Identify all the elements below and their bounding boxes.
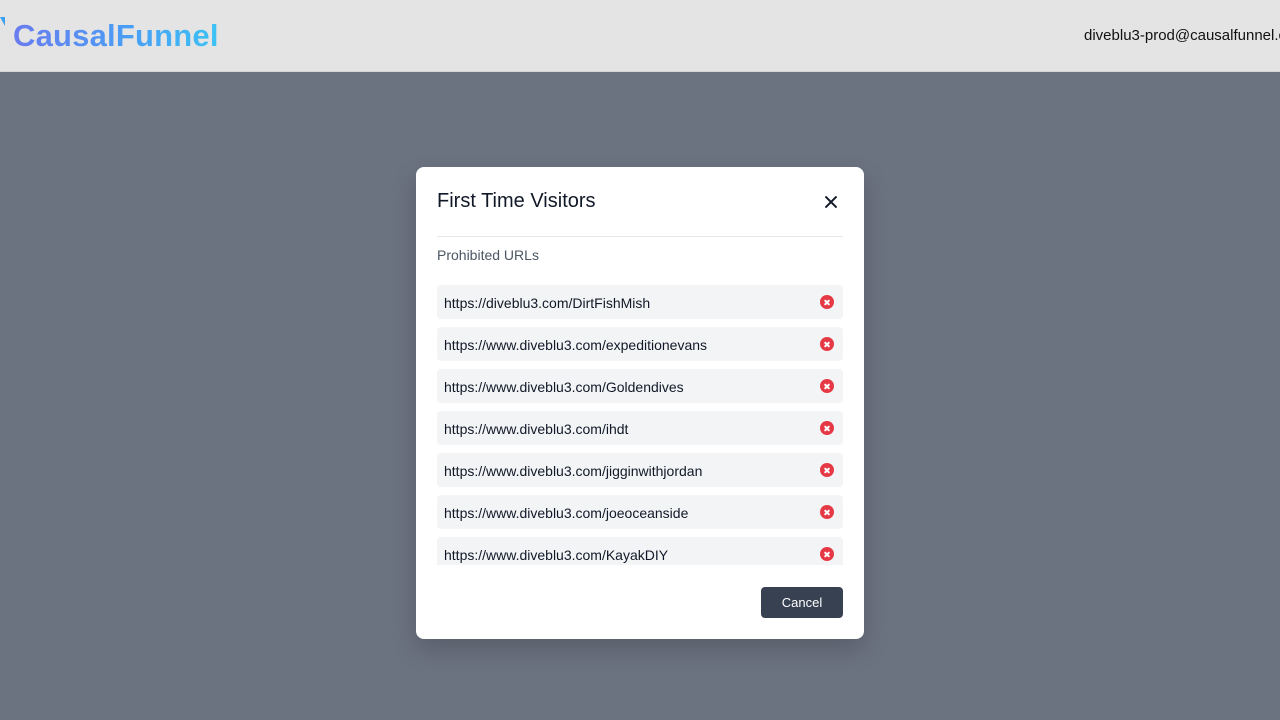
cancel-button[interactable]: Cancel <box>761 587 843 618</box>
logo-mark-icon <box>0 14 10 58</box>
section-label: Prohibited URLs <box>437 247 539 263</box>
url-text: https://diveblu3.com/DirtFishMish <box>444 295 651 311</box>
url-text: https://www.diveblu3.com/jigginwithjorda… <box>444 463 703 479</box>
remove-url-icon[interactable] <box>820 295 834 309</box>
remove-url-icon[interactable] <box>820 421 834 435</box>
url-text: https://www.diveblu3.com/KayakDIY <box>444 547 669 563</box>
url-item: https://www.diveblu3.com/KayakDIY <box>437 537 843 565</box>
url-item: https://www.diveblu3.com/joeoceanside <box>437 495 843 529</box>
url-item: https://www.diveblu3.com/expeditionevans <box>437 327 843 361</box>
prohibited-url-list[interactable]: https://diveblu3.com/DirtFishMish https:… <box>437 285 843 565</box>
url-text: https://www.diveblu3.com/ihdt <box>444 421 629 437</box>
first-time-visitors-modal: First Time Visitors Prohibited URLs http… <box>416 167 864 639</box>
user-email[interactable]: diveblu3-prod@causalfunnel.com <box>1084 27 1280 44</box>
url-text: https://www.diveblu3.com/Goldendives <box>444 379 684 395</box>
url-text: https://www.diveblu3.com/joeoceanside <box>444 505 689 521</box>
remove-url-icon[interactable] <box>820 379 834 393</box>
remove-url-icon[interactable] <box>820 547 834 561</box>
top-bar: CausalFunnel diveblu3-prod@causalfunnel.… <box>0 0 1280 72</box>
logo[interactable]: CausalFunnel <box>0 14 219 58</box>
url-item: https://www.diveblu3.com/jigginwithjorda… <box>437 453 843 487</box>
url-item: https://www.diveblu3.com/ihdt <box>437 411 843 445</box>
modal-divider <box>437 236 843 237</box>
logo-text: CausalFunnel <box>13 18 219 53</box>
url-item: https://diveblu3.com/DirtFishMish <box>437 285 843 319</box>
modal-title: First Time Visitors <box>437 190 596 212</box>
remove-url-icon[interactable] <box>820 463 834 477</box>
remove-url-icon[interactable] <box>820 505 834 519</box>
url-item: https://www.diveblu3.com/Goldendives <box>437 369 843 403</box>
remove-url-icon[interactable] <box>820 337 834 351</box>
url-text: https://www.diveblu3.com/expeditionevans <box>444 337 708 353</box>
close-icon[interactable] <box>820 191 842 213</box>
